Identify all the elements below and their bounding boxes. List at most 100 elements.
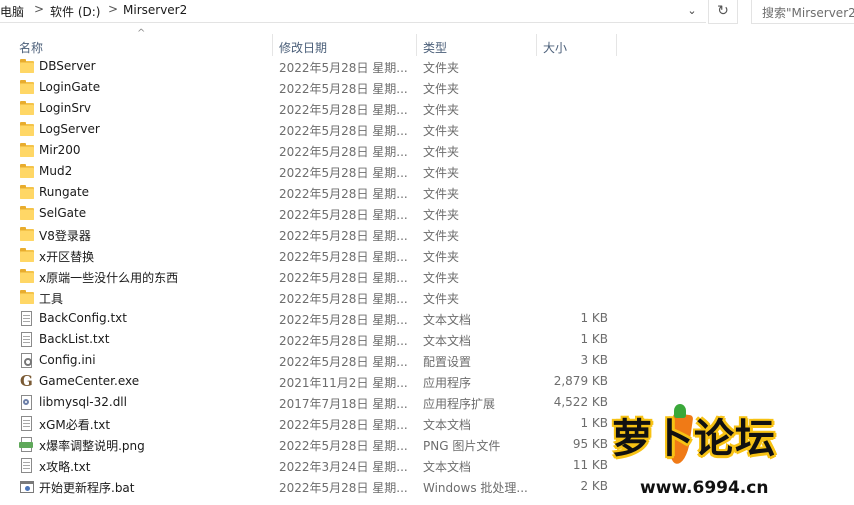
file-date: 2022年5月28日 星期...	[279, 439, 408, 453]
folder-icon	[20, 269, 34, 284]
watermark-title: 萝卜论坛	[612, 416, 776, 462]
file-name: LogServer	[39, 122, 100, 136]
folder-icon	[20, 59, 34, 74]
file-size: 1 KB	[580, 311, 608, 325]
chevron-down-icon[interactable]: ⌄	[684, 2, 700, 20]
column-divider[interactable]	[536, 34, 537, 56]
file-type: 文件夹	[423, 208, 460, 222]
file-row[interactable]: x开区替换 2022年5月28日 星期... 文件夹	[0, 245, 854, 266]
file-row[interactable]: LogServer 2022年5月28日 星期... 文件夹	[0, 119, 854, 140]
address-bar: 电脑 > 软件 (D:) > Mirserver2 ⌄ ↻ 搜索"Mirserv…	[0, 0, 854, 24]
column-divider[interactable]	[416, 34, 417, 56]
file-row[interactable]: x原端一些没什么用的东西 2022年5月28日 星期... 文件夹	[0, 266, 854, 287]
file-name: Config.ini	[39, 353, 96, 367]
file-row[interactable]: Mud2 2022年5月28日 星期... 文件夹	[0, 161, 854, 182]
file-name: BackConfig.txt	[39, 311, 127, 325]
file-date: 2022年5月28日 星期...	[279, 166, 408, 180]
file-date: 2022年5月28日 星期...	[279, 292, 408, 306]
file-type: 文本文档	[423, 313, 472, 327]
file-row[interactable]: Config.ini 2022年5月28日 星期... 配置设置 3 KB	[0, 350, 854, 371]
file-name: DBServer	[39, 59, 96, 73]
file-date: 2022年5月28日 星期...	[279, 355, 408, 369]
text-file-icon	[20, 458, 34, 473]
file-date: 2022年5月28日 星期...	[279, 334, 408, 348]
file-type: 文件夹	[423, 82, 460, 96]
file-date: 2022年5月28日 星期...	[279, 145, 408, 159]
file-size: 11 KB	[572, 458, 608, 472]
file-size: 3 KB	[580, 353, 608, 367]
file-date: 2022年5月28日 星期...	[279, 208, 408, 222]
dll-file-icon	[20, 395, 34, 410]
folder-icon	[20, 206, 34, 221]
file-name: LoginSrv	[39, 101, 92, 115]
file-size: 2 KB	[580, 479, 608, 493]
folder-icon	[20, 185, 34, 200]
file-row[interactable]: DBServer 2022年5月28日 星期... 文件夹	[0, 56, 854, 77]
folder-icon	[20, 143, 34, 158]
column-divider[interactable]	[616, 34, 617, 56]
refresh-icon[interactable]: ↻	[708, 0, 738, 24]
breadcrumb-item-drive[interactable]: 软件 (D:)	[50, 3, 100, 20]
file-type: 应用程序扩展	[423, 397, 496, 411]
folder-icon	[20, 122, 34, 137]
file-row[interactable]: BackConfig.txt 2022年5月28日 星期... 文本文档 1 KB	[0, 308, 854, 329]
breadcrumb-item-computer[interactable]: 电脑	[0, 3, 24, 20]
file-name: Rungate	[39, 185, 90, 199]
file-date: 2022年5月28日 星期...	[279, 271, 408, 285]
file-row[interactable]: Mir200 2022年5月28日 星期... 文件夹	[0, 140, 854, 161]
file-row[interactable]: V8登录器 2022年5月28日 星期... 文件夹	[0, 224, 854, 245]
breadcrumb[interactable]: 电脑 > 软件 (D:) > Mirserver2 ⌄	[0, 0, 706, 23]
file-size: 4,522 KB	[553, 395, 608, 409]
text-file-icon	[20, 332, 34, 347]
file-date: 2022年5月28日 星期...	[279, 250, 408, 264]
column-header-date[interactable]: 修改日期	[279, 39, 327, 56]
folder-icon	[20, 290, 34, 305]
file-type: PNG 图片文件	[423, 439, 501, 453]
file-date: 2022年5月28日 星期...	[279, 229, 408, 243]
column-header-type[interactable]: 类型	[423, 39, 447, 56]
column-divider[interactable]	[272, 34, 273, 56]
folder-icon	[20, 227, 34, 242]
file-row[interactable]: Rungate 2022年5月28日 星期... 文件夹	[0, 182, 854, 203]
file-date: 2022年5月28日 星期...	[279, 313, 408, 327]
breadcrumb-separator[interactable]: >	[108, 2, 118, 16]
site-watermark: 萝卜论坛 www.6994.cn	[612, 400, 844, 500]
column-header-name[interactable]: 名称	[19, 39, 43, 56]
file-type: 文件夹	[423, 166, 460, 180]
column-header-size[interactable]: 大小	[543, 39, 567, 56]
text-file-icon	[20, 416, 34, 431]
breadcrumb-separator[interactable]: >	[34, 2, 44, 16]
sort-ascending-icon: ^	[137, 28, 146, 39]
file-row[interactable]: BackList.txt 2022年5月28日 星期... 文本文档 1 KB	[0, 329, 854, 350]
file-type: 应用程序	[423, 376, 472, 390]
file-name: V8登录器	[39, 229, 91, 243]
file-date: 2022年5月28日 星期...	[279, 124, 408, 138]
game-center-app-icon: G	[20, 372, 33, 390]
search-input[interactable]: 搜索"Mirserver2"	[751, 0, 854, 24]
file-type: Windows 批处理...	[423, 481, 528, 495]
file-row[interactable]: SelGate 2022年5月28日 星期... 文件夹	[0, 203, 854, 224]
file-row[interactable]: G GameCenter.exe 2021年11月2日 星期... 应用程序 2,879…	[0, 371, 854, 392]
file-type: 文本文档	[423, 460, 472, 474]
file-size: 2,879 KB	[553, 374, 608, 388]
file-row[interactable]: LoginSrv 2022年5月28日 星期... 文件夹	[0, 98, 854, 119]
file-name: 开始更新程序.bat	[39, 481, 135, 495]
file-row[interactable]: LoginGate 2022年5月28日 星期... 文件夹	[0, 77, 854, 98]
file-name: GameCenter.exe	[39, 374, 140, 388]
config-file-icon	[20, 353, 34, 368]
file-row[interactable]: 工具 2022年5月28日 星期... 文件夹	[0, 287, 854, 308]
file-name: 工具	[39, 292, 64, 306]
file-date: 2022年5月28日 星期...	[279, 61, 408, 75]
file-size: 95 KB	[572, 437, 608, 451]
file-name: SelGate	[39, 206, 87, 220]
png-file-icon	[19, 437, 34, 452]
column-header-row: ^ 名称 修改日期 类型 大小	[0, 28, 854, 56]
file-type: 文件夹	[423, 187, 460, 201]
text-file-icon	[20, 311, 34, 326]
folder-icon	[20, 164, 34, 179]
folder-icon	[20, 101, 34, 116]
file-type: 文件夹	[423, 61, 460, 75]
breadcrumb-item-folder[interactable]: Mirserver2	[123, 3, 187, 17]
file-type: 文件夹	[423, 229, 460, 243]
file-name: x爆率调整说明.png	[39, 439, 145, 453]
